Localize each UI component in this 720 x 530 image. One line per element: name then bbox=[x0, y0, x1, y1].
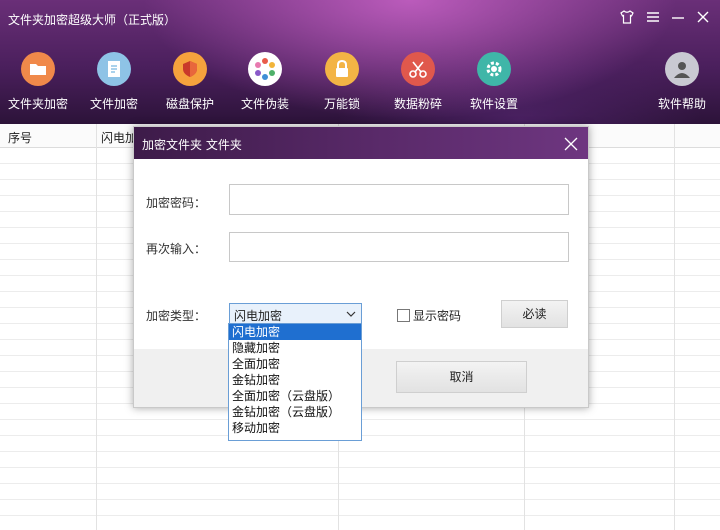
show-password-checkbox[interactable]: 显示密码 bbox=[397, 307, 461, 324]
app-title: 文件夹加密超级大师（正式版） bbox=[8, 13, 177, 27]
dialog-title: 加密文件夹 文件夹 bbox=[142, 138, 242, 152]
show-password-label: 显示密码 bbox=[413, 309, 462, 323]
dropdown-option[interactable]: 金钻加密（云盘版） bbox=[229, 404, 361, 420]
app-header: 文件夹加密超级大师（正式版） 文件夹加密 文件加密 磁盘保护 文件伪装 万能锁 … bbox=[0, 0, 720, 124]
minimize-icon[interactable] bbox=[669, 9, 687, 27]
dropdown-option[interactable]: 全面加密 bbox=[229, 356, 361, 372]
column-header-index[interactable]: 序号 bbox=[8, 129, 32, 146]
cancel-button[interactable]: 取消 bbox=[396, 361, 527, 393]
toolbar-data-shred[interactable]: 数据粉碎 bbox=[378, 52, 458, 112]
shield-icon bbox=[173, 52, 207, 86]
toolbar-folder-encrypt[interactable]: 文件夹加密 bbox=[0, 52, 78, 112]
user-help-icon bbox=[665, 52, 699, 86]
scissors-icon bbox=[401, 52, 435, 86]
must-read-button[interactable]: 必读 bbox=[501, 300, 568, 328]
close-icon[interactable] bbox=[694, 9, 712, 27]
toolbar-label: 万能锁 bbox=[323, 97, 360, 111]
toolbar-universal-lock[interactable]: 万能锁 bbox=[302, 52, 382, 112]
shirt-icon[interactable] bbox=[618, 9, 636, 27]
column-divider bbox=[96, 124, 97, 530]
disguise-icon bbox=[248, 52, 282, 86]
encrypt-type-label: 加密类型： bbox=[146, 309, 207, 323]
toolbar-help[interactable]: 软件帮助 bbox=[642, 52, 720, 112]
dialog-close-icon[interactable] bbox=[564, 133, 578, 156]
dropdown-option[interactable]: 闪电加密 bbox=[229, 324, 361, 340]
dropdown-option[interactable]: 隐藏加密 bbox=[229, 340, 361, 356]
dropdown-option[interactable]: 全面加密（云盘版） bbox=[229, 388, 361, 404]
menu-icon[interactable] bbox=[644, 9, 662, 27]
toolbar-settings[interactable]: 软件设置 bbox=[454, 52, 534, 112]
toolbar-file-encrypt[interactable]: 文件加密 bbox=[74, 52, 154, 112]
column-divider bbox=[674, 124, 675, 530]
toolbar-label: 软件设置 bbox=[469, 97, 518, 111]
toolbar-label: 文件伪装 bbox=[240, 97, 289, 111]
dialog-titlebar[interactable]: 加密文件夹 文件夹 bbox=[134, 127, 588, 159]
toolbar-disk-protect[interactable]: 磁盘保护 bbox=[150, 52, 230, 112]
toolbar-label: 文件加密 bbox=[89, 97, 138, 111]
toolbar-label: 文件夹加密 bbox=[7, 97, 68, 111]
folder-lock-icon bbox=[21, 52, 55, 86]
checkbox-box[interactable] bbox=[397, 309, 410, 322]
encrypt-type-value: 闪电加密 bbox=[234, 309, 283, 323]
dropdown-option[interactable]: 移动加密 bbox=[229, 420, 361, 436]
gear-icon bbox=[477, 52, 511, 86]
confirm-password-field[interactable] bbox=[229, 232, 569, 262]
lock-icon bbox=[325, 52, 359, 86]
password-field[interactable] bbox=[229, 184, 569, 215]
toolbar-label: 磁盘保护 bbox=[165, 97, 214, 111]
toolbar-file-disguise[interactable]: 文件伪装 bbox=[225, 52, 305, 112]
encrypt-type-dropdown: 闪电加密 隐藏加密 全面加密 金钻加密 全面加密（云盘版） 金钻加密（云盘版） … bbox=[228, 323, 362, 441]
confirm-password-label: 再次输入： bbox=[146, 242, 207, 256]
file-lock-icon bbox=[97, 52, 131, 86]
password-label: 加密密码： bbox=[146, 196, 207, 210]
toolbar-label: 软件帮助 bbox=[657, 97, 706, 111]
dropdown-option[interactable]: 金钻加密 bbox=[229, 372, 361, 388]
chevron-down-icon bbox=[346, 306, 356, 322]
encrypt-type-select[interactable]: 闪电加密 bbox=[229, 303, 362, 325]
column-header-type[interactable]: 闪电加 bbox=[101, 129, 137, 146]
toolbar-label: 数据粉碎 bbox=[393, 97, 442, 111]
